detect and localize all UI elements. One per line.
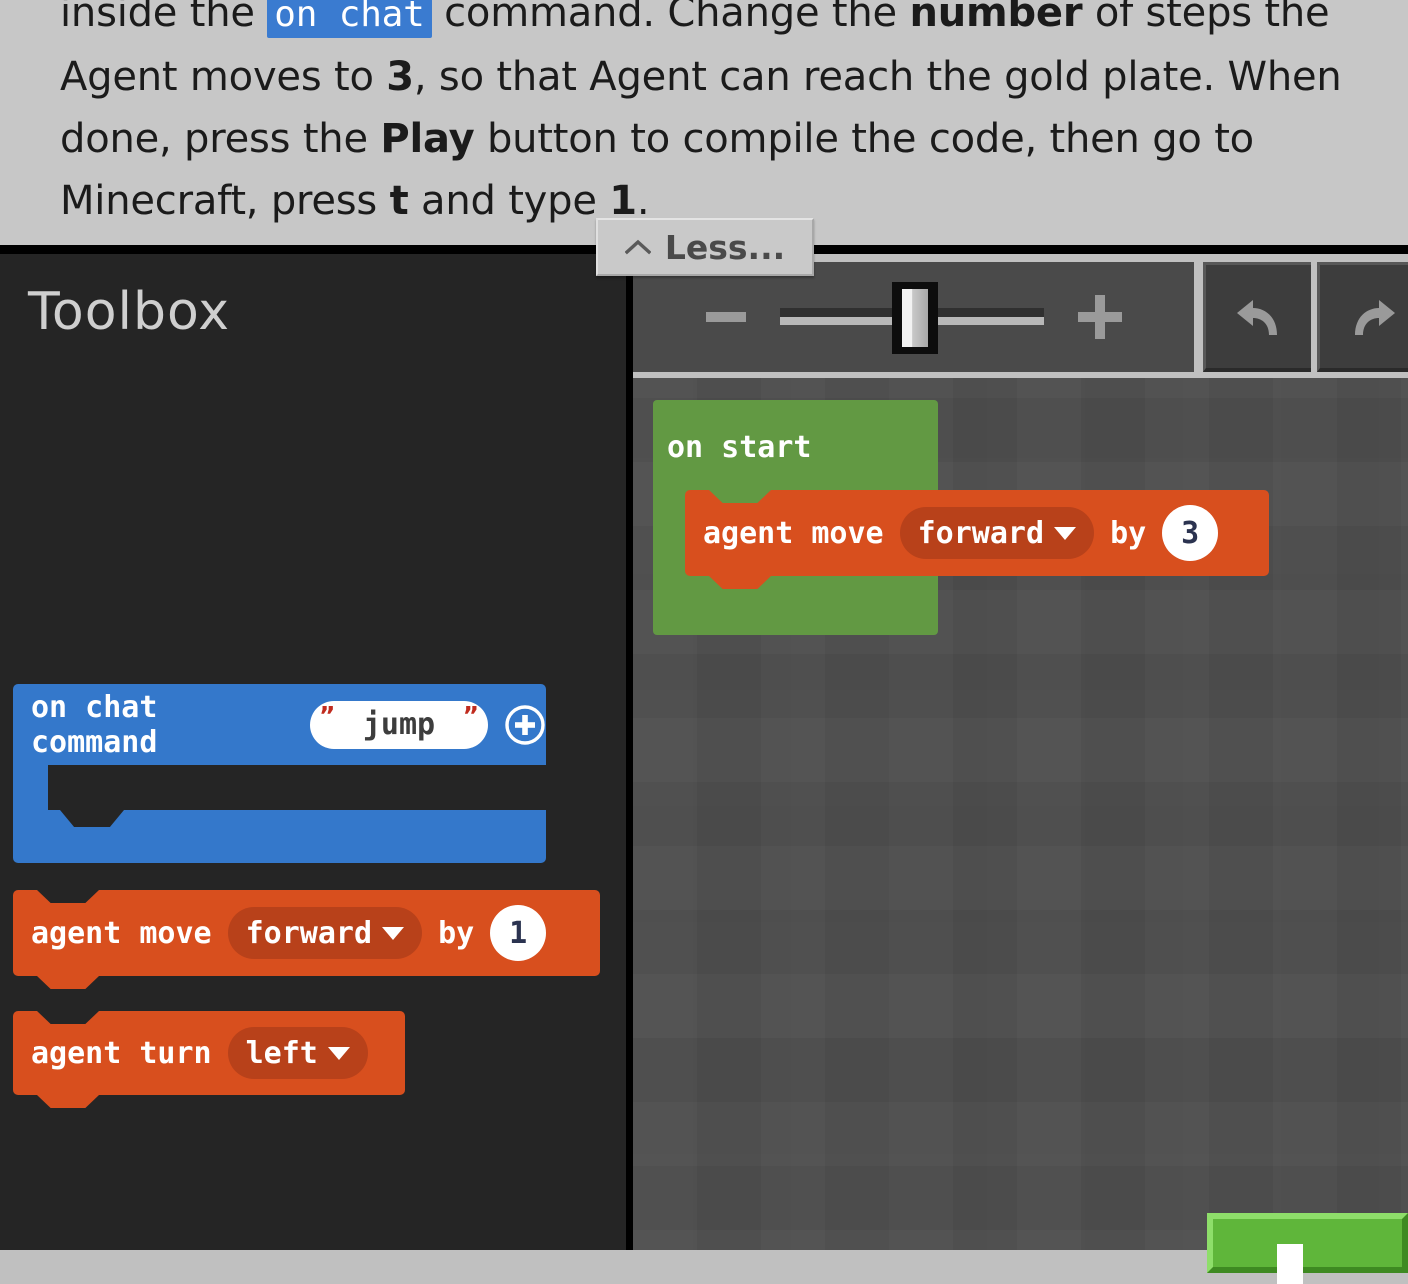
plus-icon[interactable] bbox=[1077, 295, 1122, 339]
inline-code-chip-on-chat: on chat bbox=[267, 0, 432, 38]
block-label-agent-move: agent move bbox=[703, 515, 884, 551]
block-label-on-start: on start bbox=[667, 430, 812, 465]
block-header-row: on chat command ” jump ” bbox=[13, 684, 546, 765]
play-icon bbox=[1277, 1244, 1303, 1284]
toolbox-panel: Toolbox on chat command ” jump ” agent m… bbox=[0, 254, 626, 1250]
redo-arrow-icon bbox=[1354, 299, 1395, 335]
block-top-notch bbox=[37, 1011, 99, 1024]
undo-button[interactable] bbox=[1203, 262, 1311, 372]
number-field-steps[interactable]: 3 bbox=[1162, 505, 1219, 561]
toolbox-title: Toolbox bbox=[28, 282, 230, 342]
tutorial-bold-number: number bbox=[909, 0, 1083, 36]
dropdown-value: left bbox=[245, 1035, 318, 1071]
chevron-up-icon bbox=[624, 239, 651, 255]
tutorial-text-segment-2: command. Change the bbox=[431, 0, 910, 36]
chevron-down-icon bbox=[382, 926, 405, 940]
block-top-notch bbox=[709, 490, 771, 503]
tutorial-bold-t: t bbox=[389, 178, 409, 224]
toolbox-workspace-divider bbox=[626, 254, 633, 1250]
dropdown-value: forward bbox=[917, 515, 1045, 551]
block-label-agent-turn: agent turn bbox=[31, 1035, 212, 1071]
chevron-down-icon bbox=[1054, 526, 1077, 540]
block-label-by: by bbox=[438, 915, 475, 951]
dropdown-turn-direction[interactable]: left bbox=[227, 1027, 368, 1079]
tutorial-text-segment-6: and type bbox=[408, 178, 610, 224]
zoom-slider[interactable] bbox=[779, 282, 1044, 354]
redo-button[interactable] bbox=[1317, 262, 1408, 372]
tutorial-bold-three: 3 bbox=[386, 54, 414, 100]
quote-right-icon: ” bbox=[462, 700, 479, 730]
zoom-slider-thumb[interactable] bbox=[891, 282, 938, 354]
toolbox-block-agent-move[interactable]: agent move forward by 1 bbox=[13, 890, 600, 989]
plus-circle-icon[interactable] bbox=[504, 704, 546, 746]
workspace-block-agent-move[interactable]: agent move forward by 3 bbox=[685, 490, 1269, 589]
block-label-by: by bbox=[1110, 515, 1147, 551]
number-field-steps[interactable]: 1 bbox=[490, 905, 547, 961]
text-field-value: jump bbox=[362, 707, 436, 742]
block-label-on-chat-command: on chat command bbox=[31, 689, 158, 760]
text-field-chat-command[interactable]: ” jump ” bbox=[310, 700, 488, 749]
quote-left-icon: ” bbox=[319, 700, 336, 730]
minus-icon[interactable] bbox=[705, 312, 746, 322]
play-button[interactable] bbox=[1207, 1213, 1408, 1284]
less-button[interactable]: Less... bbox=[596, 218, 814, 276]
toolbox-block-on-chat-command[interactable]: on chat command ” jump ” bbox=[13, 684, 546, 863]
blocks-workspace[interactable]: on start agent move forward by 3 bbox=[633, 378, 1408, 1250]
tutorial-bold-play: Play bbox=[380, 116, 475, 162]
editor-zoom-toolbar bbox=[633, 262, 1194, 372]
dropdown-direction[interactable]: forward bbox=[899, 507, 1095, 559]
block-top-notch bbox=[37, 890, 99, 903]
thumb-grip bbox=[901, 289, 928, 347]
block-bottom-tab bbox=[37, 1095, 99, 1108]
block-inner-cavity bbox=[48, 765, 546, 810]
toolbox-block-agent-turn[interactable]: agent turn left bbox=[13, 1011, 405, 1108]
chevron-down-icon bbox=[327, 1046, 350, 1060]
dropdown-direction[interactable]: forward bbox=[227, 907, 423, 959]
less-button-label: Less... bbox=[664, 227, 786, 267]
tutorial-instruction-text: inside the on chat command. Change the n… bbox=[60, 0, 1350, 232]
dropdown-value: forward bbox=[245, 915, 373, 951]
undo-arrow-icon bbox=[1236, 299, 1277, 335]
tutorial-text-segment-1: inside the bbox=[60, 0, 268, 36]
block-label-agent-move: agent move bbox=[31, 915, 212, 951]
block-bottom-tab bbox=[37, 976, 99, 989]
tutorial-instruction-panel: inside the on chat command. Change the n… bbox=[0, 0, 1408, 245]
